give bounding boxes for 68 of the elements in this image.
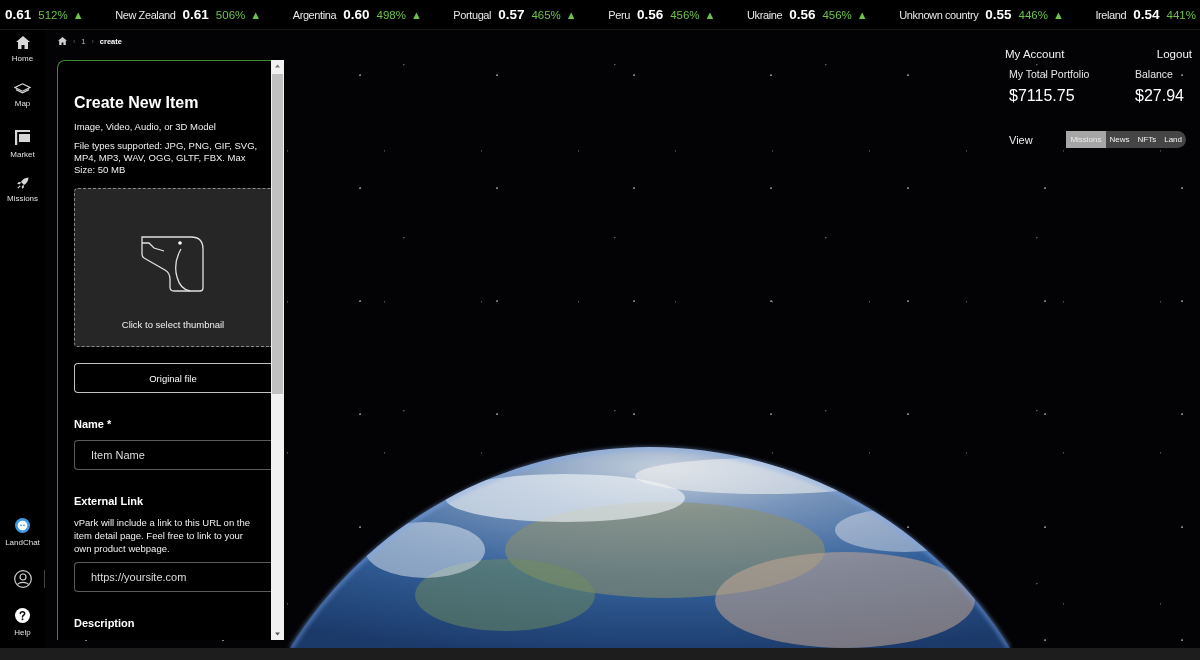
view-tab[interactable]: News xyxy=(1105,131,1134,148)
change-percent: 456% xyxy=(822,9,852,21)
sidebar-item[interactable]: Home xyxy=(0,36,45,71)
sidebar-item[interactable]: LandChat xyxy=(5,518,40,548)
signboard-icon xyxy=(15,130,30,145)
price-value: 0.61 xyxy=(5,7,32,22)
account-title: My Account xyxy=(1005,48,1065,60)
price-value: 0.56 xyxy=(636,7,664,22)
change-percent: 456% xyxy=(670,9,700,21)
change-percent: 512% xyxy=(38,9,68,21)
field-help-text: vPark will include a link to this URL on the item detail page. Feel free to link to your own product webpage. xyxy=(74,516,251,555)
original-file-button[interactable]: Original file xyxy=(74,363,271,393)
change-percent: 441% xyxy=(1166,9,1196,21)
country-name: Ireland xyxy=(1095,9,1127,21)
price-value: 0.61 xyxy=(182,7,209,22)
country-name: Ukraine xyxy=(747,9,783,21)
scrollbar-thumb[interactable] xyxy=(272,74,283,394)
text-input-field[interactable]: Item Name xyxy=(74,440,271,470)
view-tab[interactable]: NFTs xyxy=(1133,131,1161,148)
country-name: New Zealand xyxy=(115,9,176,21)
price-value: 0.57 xyxy=(498,7,525,22)
price-value: 0.60 xyxy=(343,7,370,22)
user-profile-icon[interactable] xyxy=(13,570,32,588)
trend-arrow: ▲ xyxy=(1053,9,1064,21)
price-value: 0.55 xyxy=(985,7,1012,22)
price-value: 0.56 xyxy=(789,7,816,22)
scrollbar[interactable] xyxy=(271,60,284,640)
media-types-text: Image, Video, Audio, or 3D Model xyxy=(74,120,217,133)
thumbnail-upload-area[interactable]: Click to select thumbnail xyxy=(74,188,271,347)
trend-arrow: ▲ xyxy=(72,9,84,21)
help-icon xyxy=(15,608,30,623)
field-label: Name * xyxy=(74,417,113,431)
change-percent: 446% xyxy=(1018,9,1048,21)
price-value: 0.54 xyxy=(1133,7,1160,22)
file-types-text: File types supported: JPG, PNG, GIF, SVG, MP4, MP3, WAV, OGG, GLTF, FBX. Max Size: 50 MB xyxy=(74,140,259,176)
text-input-field[interactable]: https://yoursite.com xyxy=(74,562,271,592)
change-percent: 506% xyxy=(215,9,246,21)
change-percent: 465% xyxy=(531,9,561,21)
trend-arrow: ▲ xyxy=(250,9,262,21)
country-name: Unknown country xyxy=(899,9,979,21)
sidebar-item[interactable]: Map xyxy=(0,83,45,118)
view-tab[interactable]: Land xyxy=(1160,131,1186,148)
chat-bubble-icon xyxy=(15,518,30,533)
field-label: Description xyxy=(74,616,136,630)
trend-arrow: ▲ xyxy=(565,9,577,21)
home-icon[interactable] xyxy=(58,37,67,45)
panel-title: Create New Item xyxy=(74,93,200,113)
logout-link[interactable]: Logout xyxy=(1156,48,1192,60)
trend-arrow: ▲ xyxy=(704,9,716,21)
trend-arrow: ▲ xyxy=(410,9,422,21)
stat-label: Balance xyxy=(1135,68,1174,80)
field-label: External Link xyxy=(74,494,145,508)
image-placeholder-icon xyxy=(140,235,206,293)
sidebar-item[interactable]: Market xyxy=(0,130,45,165)
change-percent: 498% xyxy=(376,9,406,21)
country-name: Portugal xyxy=(453,9,492,21)
stat-value: $7115.75 xyxy=(1009,87,1076,105)
country-name: Argentina xyxy=(292,9,337,21)
stat-label: My Total Portfolio xyxy=(1009,68,1091,80)
home-icon xyxy=(15,36,30,49)
rocket-icon xyxy=(16,177,29,189)
trend-arrow: ▲ xyxy=(856,9,868,21)
sidebar-item[interactable]: Help xyxy=(14,608,31,638)
country-name: Peru xyxy=(608,9,630,21)
stat-value: $27.94 xyxy=(1135,87,1185,105)
view-label: View xyxy=(1009,133,1033,146)
sidebar-item[interactable]: Missions xyxy=(0,177,45,212)
layers-icon xyxy=(14,83,31,94)
